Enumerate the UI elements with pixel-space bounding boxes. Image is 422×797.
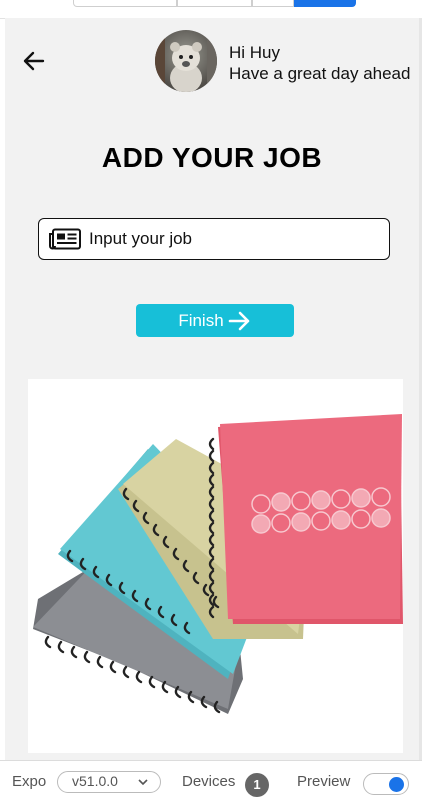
- greeting-subtitle: Have a great day ahead: [229, 64, 411, 83]
- toggle-knob: [389, 777, 404, 792]
- toolbar-segment[interactable]: [252, 0, 294, 7]
- notebook-image: [28, 379, 403, 753]
- version-select[interactable]: v51.0.0: [57, 771, 161, 793]
- bottom-bar: Expo v51.0.0 Devices 1 Preview: [0, 760, 422, 797]
- toolbar-segment-active[interactable]: [294, 0, 356, 7]
- devices-count-badge: 1: [245, 773, 269, 797]
- job-input-field[interactable]: [38, 218, 390, 260]
- top-toolbar: [0, 0, 422, 19]
- toolbar-segment[interactable]: [73, 0, 177, 7]
- notebook-pink: [218, 414, 403, 624]
- preview-label: Preview: [297, 773, 351, 790]
- version-value: v51.0.0: [72, 773, 118, 789]
- job-input[interactable]: [89, 227, 379, 251]
- devices-label[interactable]: Devices: [182, 773, 235, 790]
- greeting-block: Hi Huy Have a great day ahead: [229, 42, 410, 84]
- preview-toggle[interactable]: [363, 773, 409, 795]
- back-button[interactable]: [21, 48, 47, 74]
- arrow-left-icon: [23, 51, 45, 71]
- finish-button[interactable]: Finish: [136, 304, 294, 337]
- finish-button-label: Finish: [178, 310, 224, 330]
- app-screen: Hi Huy Have a great day ahead ADD YOUR J…: [5, 18, 419, 760]
- greeting-text: Hi Huy: [229, 43, 281, 62]
- expo-label: Expo: [12, 773, 47, 790]
- page-title: ADD YOUR JOB: [101, 142, 323, 173]
- arrow-right-icon: [228, 311, 249, 330]
- newspaper-icon: [49, 228, 81, 250]
- avatar: [155, 30, 217, 92]
- toolbar-segment[interactable]: [177, 0, 252, 7]
